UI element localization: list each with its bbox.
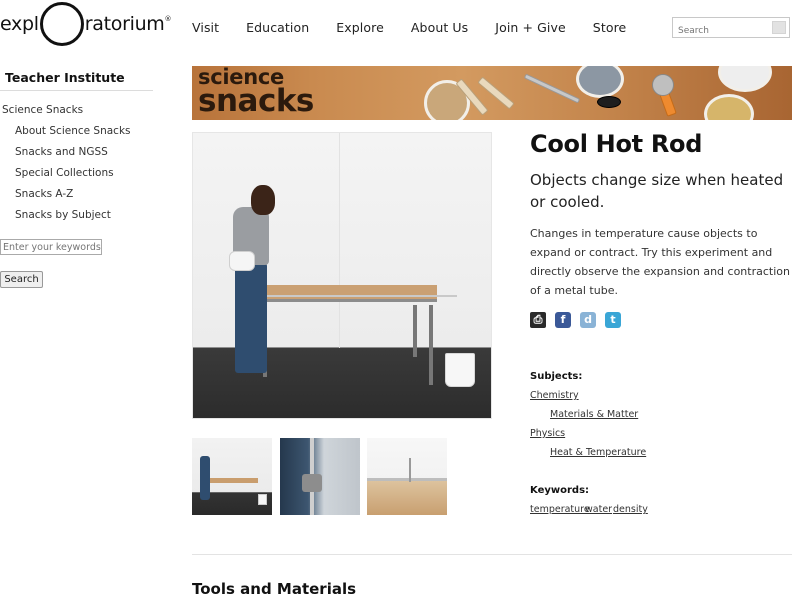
banner-bowl-decoration bbox=[652, 74, 674, 96]
keyword-search-button[interactable]: Search bbox=[0, 271, 43, 288]
banner-scissors-decoration bbox=[597, 96, 621, 108]
page-description: Changes in temperature cause objects to … bbox=[530, 227, 790, 297]
page-subtitle: Objects change size when heated or coole… bbox=[530, 171, 784, 211]
main-nav: Visit Education Explore About Us Join + … bbox=[192, 20, 653, 35]
hero-kettle bbox=[229, 251, 255, 271]
thumbnail-1[interactable] bbox=[192, 438, 272, 515]
thumbnail-3-pin bbox=[409, 458, 411, 482]
digg-icon[interactable]: d bbox=[580, 312, 596, 328]
sidebar-item-snacks-by-subject[interactable]: Snacks by Subject bbox=[0, 205, 160, 226]
banner-title-line2: snacks bbox=[198, 83, 314, 120]
nav-visit[interactable]: Visit bbox=[192, 20, 219, 35]
keyword-link-water[interactable]: water bbox=[585, 504, 612, 515]
subject-link-materials-matter[interactable]: Materials & Matter bbox=[550, 409, 638, 420]
site-search bbox=[672, 17, 790, 41]
subject-link-physics[interactable]: Physics bbox=[530, 428, 565, 439]
hero-metal-rod bbox=[255, 295, 457, 297]
banner-bowl-decoration bbox=[576, 66, 624, 98]
hero-table bbox=[257, 285, 437, 302]
thumbnail-1-bucket bbox=[258, 494, 267, 505]
nav-join-give[interactable]: Join + Give bbox=[495, 20, 566, 35]
facebook-icon[interactable]: f bbox=[555, 312, 571, 328]
nav-store[interactable]: Store bbox=[593, 20, 627, 35]
subject-link-chemistry[interactable]: Chemistry bbox=[530, 390, 579, 401]
keywords-label: Keywords: bbox=[530, 485, 590, 496]
sidebar-item-snacks-a-z[interactable]: Snacks A-Z bbox=[0, 184, 160, 205]
sidebar-title: Teacher Institute bbox=[0, 70, 153, 91]
hero-table-leg bbox=[413, 305, 417, 357]
search-submit-button[interactable] bbox=[772, 21, 786, 34]
logo-circle-icon bbox=[39, 2, 84, 46]
logo-trademark: ® bbox=[164, 15, 172, 23]
sidebar: Teacher Institute Science Snacks About S… bbox=[0, 70, 160, 288]
keyword-link-density[interactable]: density bbox=[613, 504, 648, 515]
subjects-label: Subjects: bbox=[530, 371, 583, 382]
page-title: Cool Hot Rod bbox=[530, 130, 703, 158]
sidebar-item-about-science-snacks[interactable]: About Science Snacks bbox=[0, 121, 160, 142]
keyword-search-input[interactable] bbox=[0, 239, 102, 255]
nav-about-us[interactable]: About Us bbox=[411, 20, 468, 35]
banner-title: science snacks bbox=[198, 66, 314, 120]
share-toolbar: ⎙ f d t bbox=[530, 312, 630, 328]
banner-bowl-decoration bbox=[704, 94, 754, 120]
nav-education[interactable]: Education bbox=[246, 20, 309, 35]
section-divider bbox=[192, 554, 792, 555]
banner-bowl-decoration bbox=[718, 66, 772, 92]
keyword-link-temperature[interactable]: temperature bbox=[530, 504, 590, 515]
banner-scissors-decoration bbox=[523, 73, 581, 104]
print-icon[interactable]: ⎙ bbox=[530, 312, 546, 328]
tools-and-materials-heading: Tools and Materials bbox=[192, 580, 357, 597]
hero-image bbox=[192, 132, 492, 419]
hero-wall-seam bbox=[339, 133, 340, 348]
thumbnail-2-clamp bbox=[302, 474, 322, 492]
hero-table-leg bbox=[429, 305, 433, 385]
hero-bucket bbox=[445, 353, 475, 387]
science-snacks-banner: science snacks bbox=[192, 66, 792, 120]
thumbnail-3[interactable] bbox=[367, 438, 447, 515]
hero-person-legs bbox=[235, 263, 267, 373]
sidebar-item-science-snacks[interactable]: Science Snacks bbox=[0, 100, 160, 121]
thumbnail-1-table bbox=[210, 478, 258, 483]
sidebar-item-special-collections[interactable]: Special Collections bbox=[0, 163, 160, 184]
nav-explore[interactable]: Explore bbox=[336, 20, 384, 35]
thumbnail-1-person bbox=[200, 456, 210, 500]
logo-text-right: ratorium bbox=[84, 13, 165, 35]
site-search-input[interactable] bbox=[673, 21, 765, 41]
thumbnail-2[interactable] bbox=[280, 438, 360, 515]
sidebar-item-snacks-and-ngss[interactable]: Snacks and NGSS bbox=[0, 142, 160, 163]
hero-person-head bbox=[251, 185, 275, 215]
thumbnail-3-rod bbox=[367, 478, 447, 481]
logo-text-left: expl bbox=[0, 13, 39, 35]
exploratorium-logo[interactable]: expl ratorium ® bbox=[0, 0, 172, 48]
subject-link-heat-temperature[interactable]: Heat & Temperature bbox=[550, 447, 646, 458]
twitter-icon[interactable]: t bbox=[605, 312, 621, 328]
